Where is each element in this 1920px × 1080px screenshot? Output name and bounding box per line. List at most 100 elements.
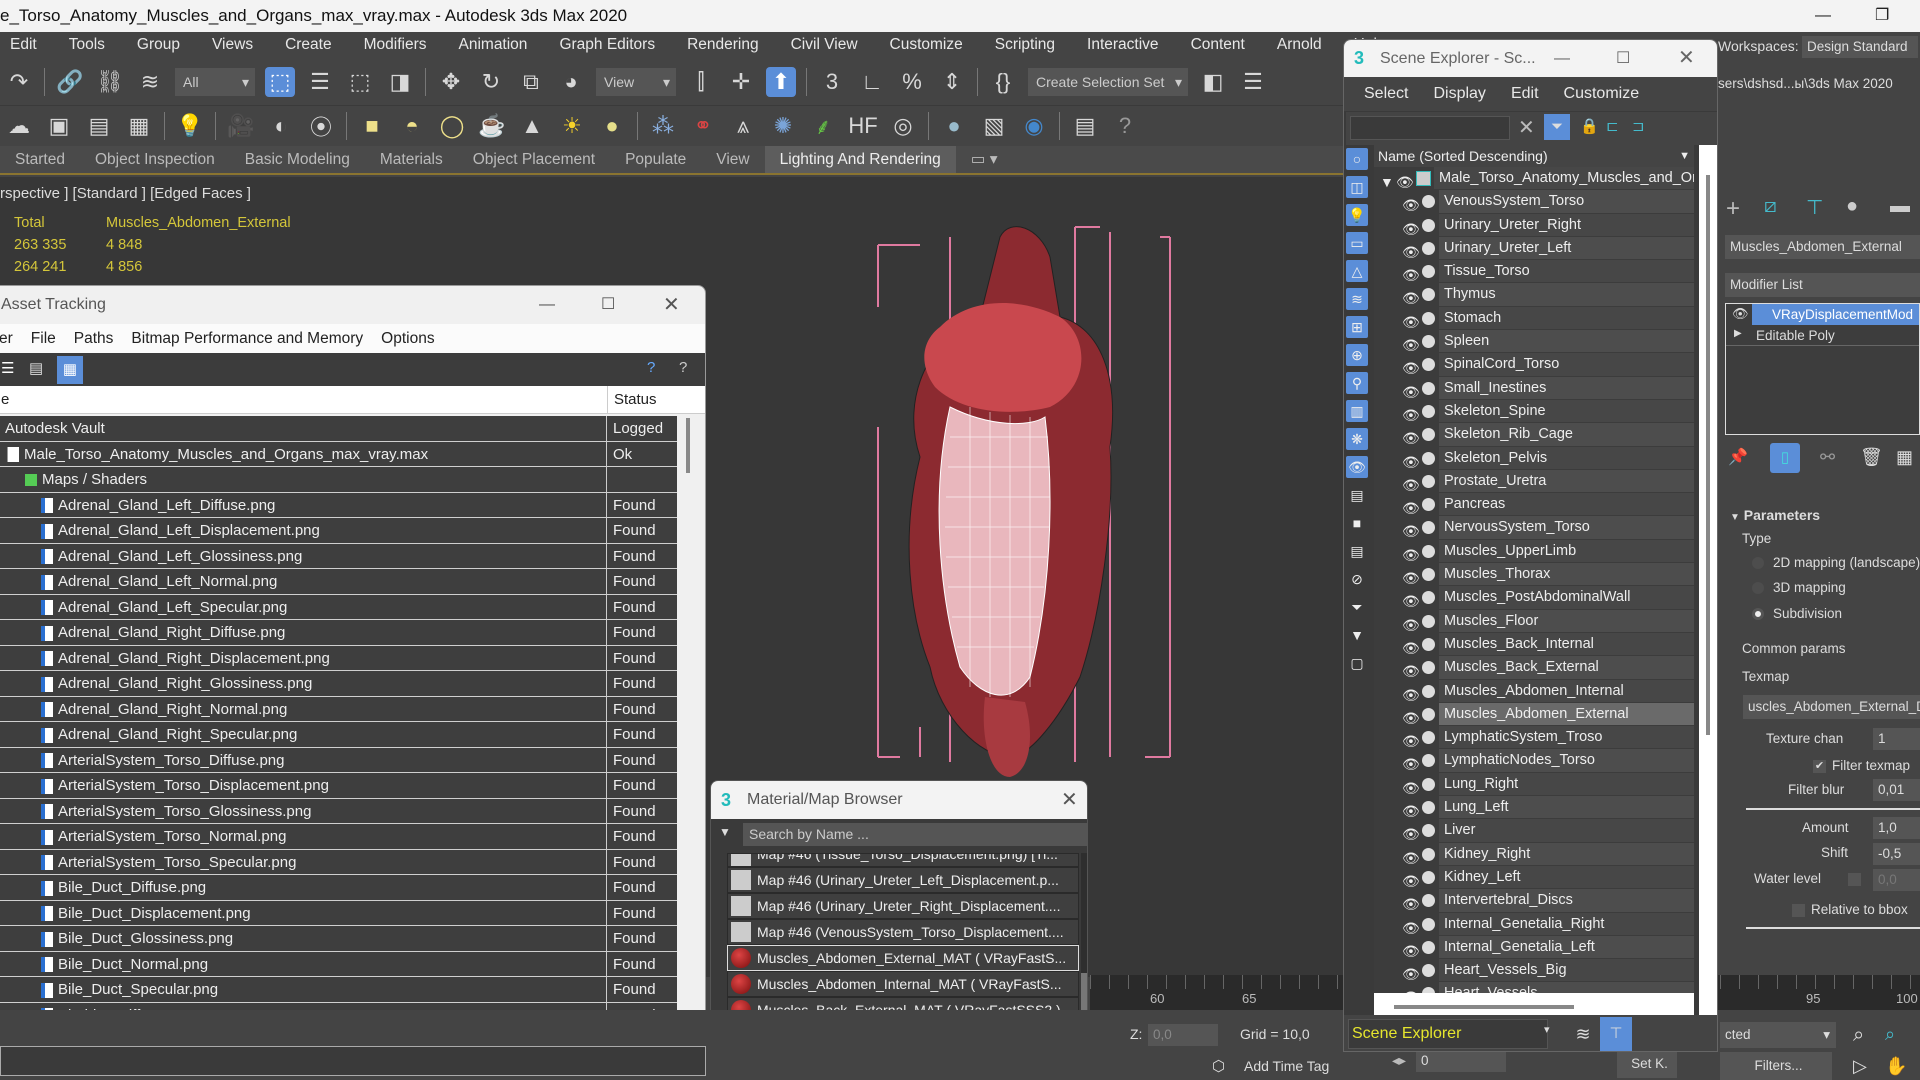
sun-icon[interactable]: ☀ — [557, 111, 587, 141]
scene-object-row[interactable]: 👁 Muscles_Back_External — [1374, 656, 1694, 680]
scene-object-row[interactable]: 👁 Pancreas — [1374, 493, 1694, 517]
modify-tab-icon[interactable]: ⧄ — [1764, 195, 1777, 218]
material-sphere-icon[interactable]: ● — [939, 111, 969, 141]
object-name-field[interactable]: Muscles_Abdomen_External — [1725, 235, 1920, 259]
asset-row[interactable]: Adrenal_Gland_Left_Specular.png Found — [0, 594, 677, 620]
angle-snap-icon[interactable]: ∟ — [857, 67, 887, 97]
select-object-icon[interactable]: ⬚ — [265, 66, 295, 97]
menu-views[interactable]: Views — [212, 36, 253, 54]
spot-light-icon[interactable]: ▲ — [517, 111, 547, 141]
water-level-checkbox[interactable] — [1848, 873, 1861, 886]
containers-filter-icon[interactable]: ▥ — [1346, 400, 1368, 422]
reference-coordinate-dropdown[interactable]: View ▾ — [596, 67, 676, 96]
scene-object-row[interactable]: 👁 Thymus — [1374, 283, 1694, 307]
scene-object-row[interactable]: 👁 Muscles_Abdomen_External — [1374, 702, 1694, 727]
current-frame-spinner[interactable]: 0 — [1416, 1050, 1506, 1072]
select-by-name-icon[interactable]: ☰ — [305, 67, 335, 97]
asset-row[interactable]: Adrenal_Gland_Right_Displacement.png Foun… — [0, 645, 677, 671]
scene-menu-edit[interactable]: Edit — [1511, 77, 1539, 111]
scene-object-row[interactable]: 👁 Liver — [1374, 819, 1694, 843]
make-unique-icon[interactable]: ⚯ — [1820, 447, 1835, 468]
scene-minimize-button[interactable]: — — [1554, 40, 1570, 77]
scene-object-row[interactable]: 👁 Skeleton_Pelvis — [1374, 446, 1694, 470]
vray-camera-icon[interactable]: ⦿ — [306, 111, 336, 141]
bones-filter-icon[interactable]: ⚲ — [1346, 372, 1368, 394]
material-item[interactable]: Muscles_Abdomen_Internal_MAT ( VRayFastS… — [727, 971, 1079, 997]
percent-snap-icon[interactable]: % — [897, 67, 927, 97]
menu-create[interactable]: Create — [285, 36, 332, 54]
asset-row[interactable]: Adrenal_Gland_Left_Normal.png Found — [0, 569, 677, 595]
scene-object-row[interactable]: 👁 Heart_Vessels_Big — [1374, 959, 1694, 983]
zoom-all-icon[interactable]: ⌕ — [1885, 1024, 1895, 1045]
scene-object-row[interactable]: 👁 Muscles_Floor — [1374, 609, 1694, 633]
render-frame-icon[interactable]: ▣ — [44, 111, 74, 141]
table-view-icon[interactable]: ▦ — [57, 356, 83, 384]
motion-tab-icon[interactable]: ● — [1846, 195, 1858, 218]
render-icon[interactable]: ◉ — [1019, 111, 1049, 141]
scene-object-row[interactable]: 👁 VenousSystem_Torso — [1374, 190, 1694, 214]
asset-menu-file[interactable]: File — [31, 324, 56, 353]
asset-row[interactable]: Adrenal_Gland_Left_Displacement.png Found — [0, 518, 677, 544]
column-name-header[interactable]: e — [1, 391, 9, 408]
scene-object-row[interactable]: 👁 Intervertebral_Discs — [1374, 889, 1694, 913]
pivot-icon[interactable]: ⫿ — [686, 67, 716, 97]
scene-object-row[interactable]: 👁 Lung_Right — [1374, 772, 1694, 797]
asset-row[interactable]: Bile_Duct_Specular.png Found — [0, 977, 677, 1003]
scene-root-row[interactable]: ▼ 👁 Male_Torso_Anatomy_Muscles_and_Organ… — [1374, 167, 1694, 191]
move-icon[interactable]: ✥ — [436, 67, 466, 97]
create-tab-icon[interactable]: + — [1726, 195, 1740, 223]
asset-row[interactable]: Bile_Duct_Normal.png Found — [0, 951, 677, 977]
tab-populate[interactable]: Populate — [610, 151, 701, 169]
display-none-filter-icon[interactable]: ▤ — [1346, 540, 1368, 562]
plane-light-icon[interactable]: ■ — [357, 111, 387, 141]
set-key-button[interactable]: Set K. — [1617, 1050, 1677, 1078]
expand-icon[interactable]: ▶ — [1734, 328, 1742, 339]
tree-view-icon[interactable]: ▤ — [29, 359, 43, 377]
maximize-button[interactable]: ❐ — [1875, 0, 1889, 32]
z-coord-field[interactable]: 0,0 — [1148, 1024, 1218, 1046]
tab-started[interactable]: Started — [0, 151, 80, 169]
rect-selection-icon[interactable]: ⬚ — [345, 67, 375, 97]
align-icon[interactable]: ☰ — [1238, 67, 1268, 97]
groups-filter-icon[interactable]: ⊞ — [1346, 316, 1368, 338]
scene-vertical-scrollbar[interactable] — [1699, 145, 1717, 1015]
fur-icon[interactable]: ✺ — [768, 111, 798, 141]
cloud-icon[interactable]: ☁ — [4, 111, 34, 141]
asset-menu-bitmap-performance-and-memory[interactable]: Bitmap Performance and Memory — [131, 324, 363, 353]
zoom-icon[interactable]: ⌕ — [1853, 1024, 1864, 1047]
snaps-toggle-icon[interactable]: 3 — [817, 67, 847, 97]
scene-menu-display[interactable]: Display — [1433, 77, 1485, 111]
asset-row[interactable]: ArterialSystem_Torso_Displacement.png Fou… — [0, 773, 677, 799]
scene-object-row[interactable]: 👁 Internal_Genetalia_Left — [1374, 935, 1694, 960]
scene-object-row[interactable]: 👁 Kidney_Right — [1374, 842, 1694, 866]
menu-civil-view[interactable]: Civil View — [791, 36, 858, 54]
asset-row[interactable]: Bile_Duct_Diffuse.png Found — [0, 875, 677, 901]
asset-row[interactable]: ArterialSystem_Torso_Glossiness.png Found — [0, 798, 677, 824]
hierarchy-tab-icon[interactable]: ⊤ — [1806, 195, 1823, 220]
texture-chan-spinner[interactable]: 1 — [1873, 728, 1920, 750]
asset-row[interactable]: Adrenal_Gland_Left_Diffuse.png Found — [0, 492, 677, 518]
show-end-result-icon[interactable]: ▯ — [1770, 443, 1800, 473]
asset-row[interactable]: Bile_Duct_Displacement.png Found — [0, 900, 677, 926]
asset-row[interactable]: ArterialSystem_Torso_Normal.png Found — [0, 824, 677, 850]
project-path-dropdown[interactable]: sers\dshsd...ы\3ds Max 2020 — [1718, 76, 1893, 91]
help-icon[interactable]: ? — [647, 359, 655, 376]
hierarchy-icon[interactable]: ⊏ — [1606, 117, 1619, 135]
texmap-button[interactable]: uscles_Abdomen_External_Di — [1743, 695, 1920, 719]
tab-basic-modeling[interactable]: Basic Modeling — [230, 151, 365, 169]
keyboard-shortcut-override-icon[interactable]: ⬆ — [766, 66, 796, 97]
scene-menu-customize[interactable]: Customize — [1564, 77, 1640, 111]
parameters-rollout[interactable]: ▼ Parameters — [1730, 507, 1820, 523]
manipulate-icon[interactable]: ✛ — [726, 67, 756, 97]
asset-row[interactable]: ArterialSystem_Torso_Specular.png Found — [0, 849, 677, 875]
collapse-icon[interactable]: ⊐ — [1632, 117, 1645, 135]
asset-menu-options[interactable]: Options — [381, 324, 434, 353]
maxscript-listener[interactable] — [0, 1046, 706, 1076]
scene-object-row[interactable]: 👁 Skeleton_Spine — [1374, 399, 1694, 424]
relative-to-bbox-checkbox[interactable]: Relative to bbox — [1792, 902, 1908, 917]
key-filters-button[interactable]: Filters... — [1720, 1052, 1832, 1080]
map-item[interactable]: Map #46 (Tissue_Torso_Displacement.png) … — [727, 853, 1079, 867]
scene-object-row[interactable]: 👁 Stomach — [1374, 306, 1694, 331]
select-none-filter-icon[interactable]: ▢ — [1346, 652, 1368, 674]
asset-menu-er[interactable]: er — [0, 324, 13, 353]
